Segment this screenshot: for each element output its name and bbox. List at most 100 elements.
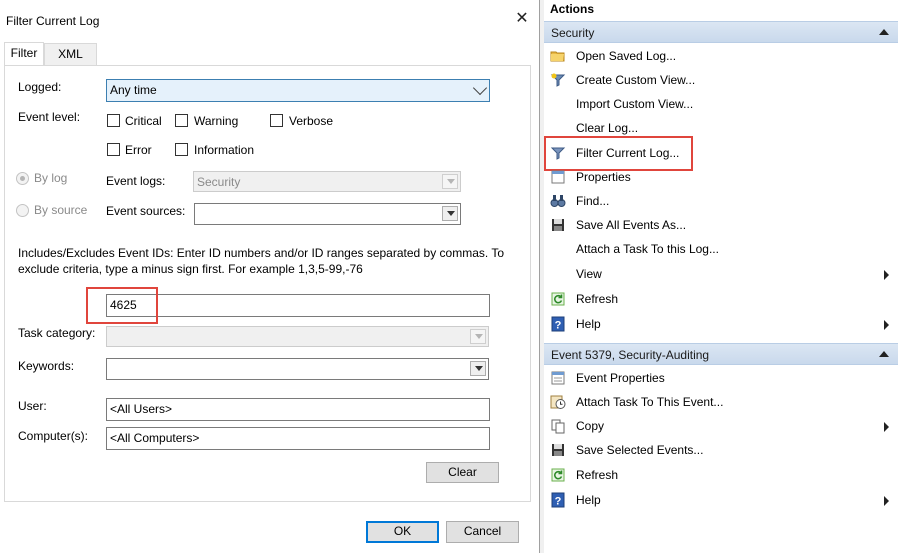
action-save-all-events-as[interactable]: Save All Events As... — [544, 214, 898, 237]
refresh-icon — [551, 468, 565, 482]
save-icon — [552, 219, 564, 231]
logged-dropdown[interactable]: Any time — [106, 79, 490, 102]
task-category-label: Task category: — [18, 326, 96, 340]
action-label: Create Custom View... — [576, 73, 696, 87]
chevron-down-icon — [447, 179, 455, 184]
action-label: Help — [576, 317, 601, 331]
action-label: Copy — [576, 419, 605, 433]
binoculars-icon — [550, 195, 566, 207]
user-label: User: — [18, 399, 47, 413]
warning-checkbox[interactable] — [175, 114, 188, 127]
action-help[interactable]: ? Help — [544, 313, 898, 336]
section-header-security[interactable]: Security — [544, 21, 898, 43]
submenu-arrow-icon — [884, 496, 889, 506]
task-category-dropdown[interactable] — [106, 326, 489, 347]
collapse-arrow-icon[interactable] — [879, 29, 889, 35]
cancel-button[interactable]: Cancel — [446, 521, 519, 543]
event-ids-input[interactable]: 4625 — [106, 294, 490, 317]
submenu-arrow-icon — [884, 422, 889, 432]
action-label: Refresh — [576, 292, 619, 306]
save-icon — [552, 444, 564, 456]
logged-label: Logged: — [18, 80, 62, 94]
event-sources-label: Event sources: — [106, 204, 186, 218]
actions-title: Actions — [550, 2, 595, 16]
action-label: Attach Task To This Event... — [576, 395, 724, 409]
action-label: Save Selected Events... — [576, 443, 704, 457]
action-attach-task-to-log[interactable]: Attach a Task To this Log... — [544, 238, 898, 261]
dialog-title: Filter Current Log — [6, 14, 100, 28]
action-help-event[interactable]: ? Help — [544, 489, 898, 512]
task-clock-icon — [550, 395, 566, 409]
event-level-label: Event level: — [18, 110, 81, 124]
action-label: Attach a Task To this Log... — [576, 242, 719, 256]
close-icon[interactable]: ✕ — [512, 9, 532, 29]
action-label: Event Properties — [576, 371, 665, 385]
action-label: Refresh — [576, 468, 619, 482]
keywords-dropdown[interactable] — [106, 358, 489, 380]
action-create-custom-view[interactable]: Create Custom View... — [544, 69, 898, 92]
verbose-checkbox[interactable] — [270, 114, 283, 127]
event-logs-dropdown[interactable]: Security — [193, 171, 461, 192]
computer-label: Computer(s): — [18, 429, 89, 443]
action-refresh[interactable]: Refresh — [544, 288, 898, 311]
action-view[interactable]: View — [544, 263, 898, 286]
computer-input[interactable]: <All Computers> — [106, 427, 490, 450]
help-icon: ? — [551, 316, 565, 332]
event-ids-highlight-box — [86, 287, 158, 324]
action-label: Open Saved Log... — [576, 49, 677, 63]
action-attach-task-to-event[interactable]: Attach Task To This Event... — [544, 391, 898, 414]
event-ids-instructions-line-1: Includes/Excludes Event IDs: Enter ID nu… — [18, 246, 505, 260]
critical-label: Critical — [125, 114, 162, 128]
action-label: Save All Events As... — [576, 218, 687, 232]
logged-value: Any time — [110, 83, 157, 97]
by-log-radio[interactable] — [16, 172, 29, 185]
action-refresh-event[interactable]: Refresh — [544, 464, 898, 487]
refresh-icon — [551, 292, 565, 306]
information-label: Information — [194, 143, 255, 157]
action-event-properties[interactable]: Event Properties — [544, 367, 898, 390]
help-icon: ? — [551, 492, 565, 508]
section-header-event[interactable]: Event 5379, Security-Auditing — [544, 343, 898, 365]
tab-xml[interactable]: XML — [44, 43, 97, 65]
tab-filter[interactable]: Filter — [4, 42, 44, 66]
event-properties-icon — [551, 371, 565, 385]
chevron-down-icon — [472, 80, 488, 96]
action-label: Help — [576, 493, 601, 507]
action-find[interactable]: Find... — [544, 190, 898, 213]
properties-icon — [551, 170, 565, 184]
event-ids-instructions-line-2: exclude criteria, type a minus sign firs… — [18, 262, 363, 276]
keywords-label: Keywords: — [18, 359, 75, 373]
by-source-radio[interactable] — [16, 204, 29, 217]
error-checkbox[interactable] — [107, 143, 120, 156]
action-copy[interactable]: Copy — [544, 415, 898, 438]
clear-button[interactable]: Clear — [426, 462, 499, 483]
event-logs-value: Security — [197, 175, 241, 189]
by-source-label: By source — [34, 203, 88, 217]
copy-icon — [551, 419, 565, 434]
event-sources-dropdown[interactable] — [194, 203, 461, 225]
chevron-down-icon — [447, 211, 455, 216]
section-header-label: Security — [551, 26, 595, 40]
collapse-arrow-icon[interactable] — [879, 351, 889, 357]
action-properties[interactable]: Properties — [544, 166, 898, 189]
folder-icon — [550, 51, 565, 62]
action-save-selected-events[interactable]: Save Selected Events... — [544, 439, 898, 462]
action-import-custom-view[interactable]: Import Custom View... — [544, 93, 898, 116]
user-input[interactable]: <All Users> — [106, 398, 490, 421]
by-log-label: By log — [34, 171, 68, 185]
submenu-arrow-icon — [884, 270, 889, 280]
chevron-down-icon — [475, 366, 483, 371]
action-open-saved-log[interactable]: Open Saved Log... — [544, 45, 898, 68]
funnel-star-icon — [550, 73, 566, 87]
action-label: Import Custom View... — [576, 97, 694, 111]
chevron-down-icon — [475, 334, 483, 339]
user-value: <All Users> — [110, 402, 173, 416]
svg-text:?: ? — [555, 496, 562, 508]
information-checkbox[interactable] — [175, 143, 188, 156]
event-logs-label: Event logs: — [106, 174, 166, 188]
svg-text:?: ? — [555, 320, 562, 332]
critical-checkbox[interactable] — [107, 114, 120, 127]
ok-button[interactable]: OK — [366, 521, 439, 543]
section-header-label: Event 5379, Security-Auditing — [551, 348, 710, 362]
warning-label: Warning — [194, 114, 239, 128]
